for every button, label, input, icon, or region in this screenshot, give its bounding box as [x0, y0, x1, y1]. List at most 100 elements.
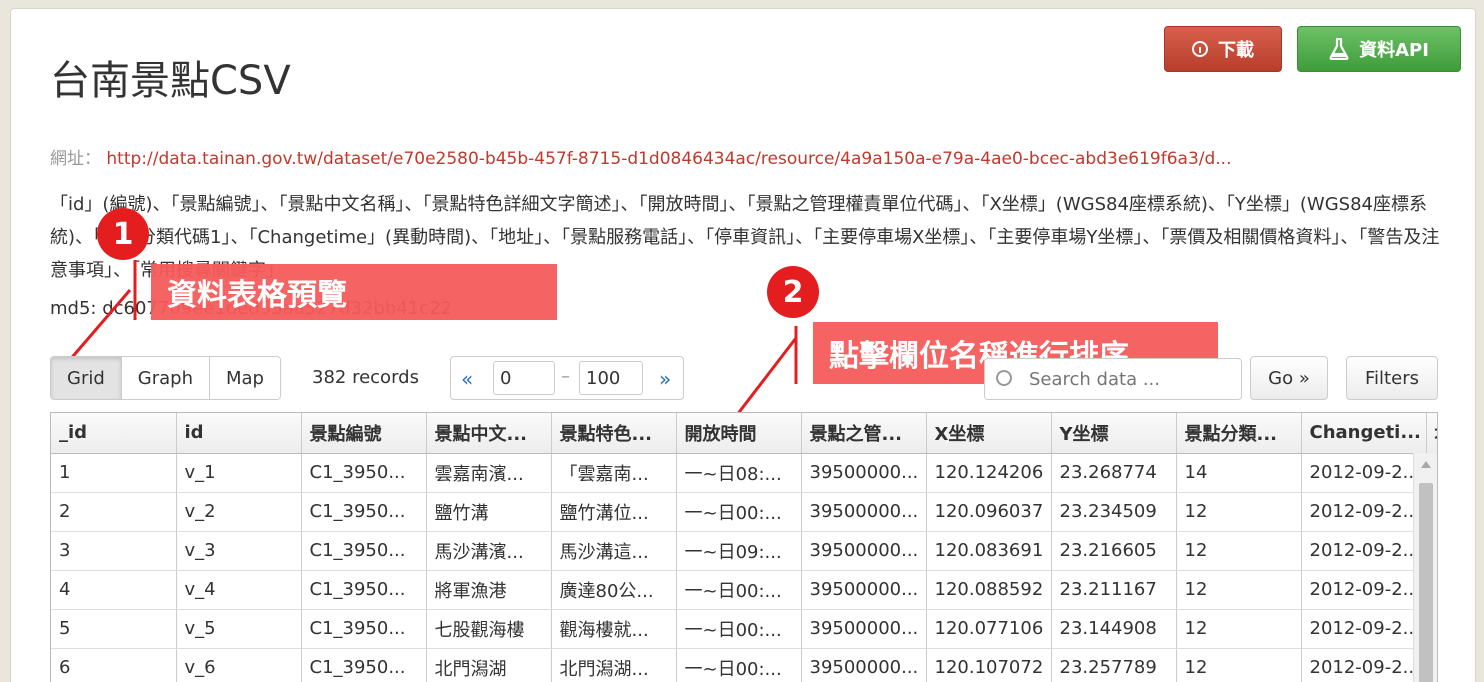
column-header[interactable]: 景點中文... [426, 413, 552, 454]
table-cell: 一~日09:... [676, 531, 802, 571]
download-icon [1192, 41, 1208, 57]
table-cell: 3 [51, 531, 177, 571]
next-page-button[interactable]: » [659, 367, 671, 391]
table-cell: 39500000... [801, 609, 927, 649]
table-cell: 一~日08:... [676, 453, 802, 493]
table-cell: C1_3950... [301, 648, 427, 682]
table-cell: 4 [51, 570, 177, 610]
table-cell: v_2 [176, 492, 302, 532]
column-header[interactable]: 景點分類... [1176, 413, 1302, 454]
table-cell: 馬沙溝這... [551, 531, 677, 571]
table-cell: v_3 [176, 531, 302, 571]
table-cell: 將軍漁港 [426, 570, 552, 610]
scroll-thumb[interactable] [1419, 483, 1433, 682]
table-cell: 12 [1176, 570, 1302, 610]
annotation-badge-1: 1 [97, 208, 149, 260]
table-cell: 2012-09-2... [1301, 492, 1427, 532]
tab-grid[interactable]: Grid [51, 357, 122, 399]
table-cell: 14 [1176, 453, 1302, 493]
table-cell: 39500000... [801, 570, 927, 610]
search-icon [996, 370, 1012, 386]
table-cell: 2012-09-2... [1301, 609, 1427, 649]
table-cell: 5 [51, 609, 177, 649]
table-row[interactable]: 6 v_6 C1_3950... 北門潟湖 北門潟湖... 一~日00:... 395000… [51, 648, 1437, 682]
annotation-1-pointer [66, 260, 137, 363]
table-cell: v_5 [176, 609, 302, 649]
table-row[interactable]: 3 v_3 C1_3950... 馬沙溝濱... 馬沙溝這... 一~日09:... 395… [51, 531, 1437, 571]
table-cell: C1_3950... [301, 453, 427, 493]
table-cell: 23.144908 [1051, 609, 1177, 649]
table-cell: 39500000... [801, 648, 927, 682]
table-cell: 觀海樓就... [551, 609, 677, 649]
record-count: 382 records [312, 367, 419, 388]
search-input[interactable] [984, 358, 1242, 400]
table-cell: 1 [51, 453, 177, 493]
table-cell: 23.216605 [1051, 531, 1177, 571]
limit-input[interactable] [579, 361, 643, 395]
table-cell: 120.077106 [926, 609, 1052, 649]
data-api-label: 資料API [1359, 40, 1429, 61]
table-cell: 雲嘉南濱... [426, 453, 552, 493]
data-api-button[interactable]: 資料API [1297, 26, 1461, 72]
table-cell: v_4 [176, 570, 302, 610]
tab-map[interactable]: Map [210, 357, 280, 399]
column-header[interactable]: Y坐標 [1051, 413, 1177, 454]
table-cell: 12 [1176, 648, 1302, 682]
grid-scrollbar[interactable] [1413, 453, 1437, 682]
table-cell: 120.107072 [926, 648, 1052, 682]
tab-graph[interactable]: Graph [121, 357, 210, 399]
table-cell: v_6 [176, 648, 302, 682]
table-cell: 2 [51, 492, 177, 532]
column-header[interactable]: 地 [1426, 413, 1437, 454]
column-header[interactable]: 景點特色... [551, 413, 677, 454]
table-row[interactable]: 1 v_1 C1_3950... 雲嘉南濱... 「雲嘉南... 一~日08:... 395… [51, 453, 1437, 493]
table-cell: v_1 [176, 453, 302, 493]
table-cell: 鹽竹溝位... [551, 492, 677, 532]
table-cell: 23.211167 [1051, 570, 1177, 610]
prev-page-button[interactable]: « [461, 367, 473, 391]
go-button[interactable]: Go » [1250, 356, 1328, 400]
view-switcher: Grid Graph Map [50, 356, 281, 400]
table-cell: 12 [1176, 492, 1302, 532]
table-cell: 「雲嘉南... [551, 453, 677, 493]
table-cell: 120.124206 [926, 453, 1052, 493]
data-grid: _id id 景點編號 景點中文... 景點特色... 開放時間 景點之管...… [50, 412, 1438, 682]
table-cell: 12 [1176, 531, 1302, 571]
table-cell: C1_3950... [301, 609, 427, 649]
table-cell: 39500000... [801, 492, 927, 532]
table-cell: 2012-09-2... [1301, 648, 1427, 682]
table-cell: 北門潟湖 [426, 648, 552, 682]
table-cell: C1_3950... [301, 492, 427, 532]
column-header[interactable]: _id [51, 413, 177, 454]
table-cell: 一~日00:... [676, 570, 802, 610]
table-row[interactable]: 5 v_5 C1_3950... 七股觀海樓 觀海樓就... 一~日00:... 39500… [51, 609, 1437, 649]
table-cell: 6 [51, 648, 177, 682]
table-cell: 七股觀海樓 [426, 609, 552, 649]
table-cell: 鹽竹溝 [426, 492, 552, 532]
table-cell: 2012-09-2... [1301, 531, 1427, 571]
column-header[interactable]: X坐標 [926, 413, 1052, 454]
table-row[interactable]: 2 v_2 C1_3950... 鹽竹溝 鹽竹溝位... 一~日00:... 3950000… [51, 492, 1437, 532]
table-cell: 120.088592 [926, 570, 1052, 610]
column-header[interactable]: id [176, 413, 302, 454]
table-cell: 一~日00:... [676, 492, 802, 532]
table-cell: 120.083691 [926, 531, 1052, 571]
table-row[interactable]: 4 v_4 C1_3950... 將軍漁港 廣達80公... 一~日00:... 39500… [51, 570, 1437, 610]
offset-input[interactable] [493, 361, 555, 395]
column-header[interactable]: Changeti... [1301, 413, 1427, 454]
table-cell: 2012-09-2... [1301, 570, 1427, 610]
annotation-label-1: 資料表格預覽 [151, 264, 557, 320]
resource-url-link[interactable]: http://data.tainan.gov.tw/dataset/e70e25… [106, 149, 1231, 169]
column-header[interactable]: 開放時間 [676, 413, 802, 454]
download-button[interactable]: 下載 [1164, 26, 1282, 72]
filters-button[interactable]: Filters [1346, 356, 1438, 400]
table-cell: 2012-09-2... [1301, 453, 1427, 493]
scroll-up-icon[interactable] [1421, 461, 1431, 468]
table-cell: 12 [1176, 609, 1302, 649]
url-label: 網址： [50, 149, 101, 169]
flask-icon [1329, 38, 1349, 60]
column-header[interactable]: 景點之管... [801, 413, 927, 454]
table-cell: 23.234509 [1051, 492, 1177, 532]
column-header[interactable]: 景點編號 [301, 413, 427, 454]
page-title: 台南景點CSV [50, 58, 291, 104]
